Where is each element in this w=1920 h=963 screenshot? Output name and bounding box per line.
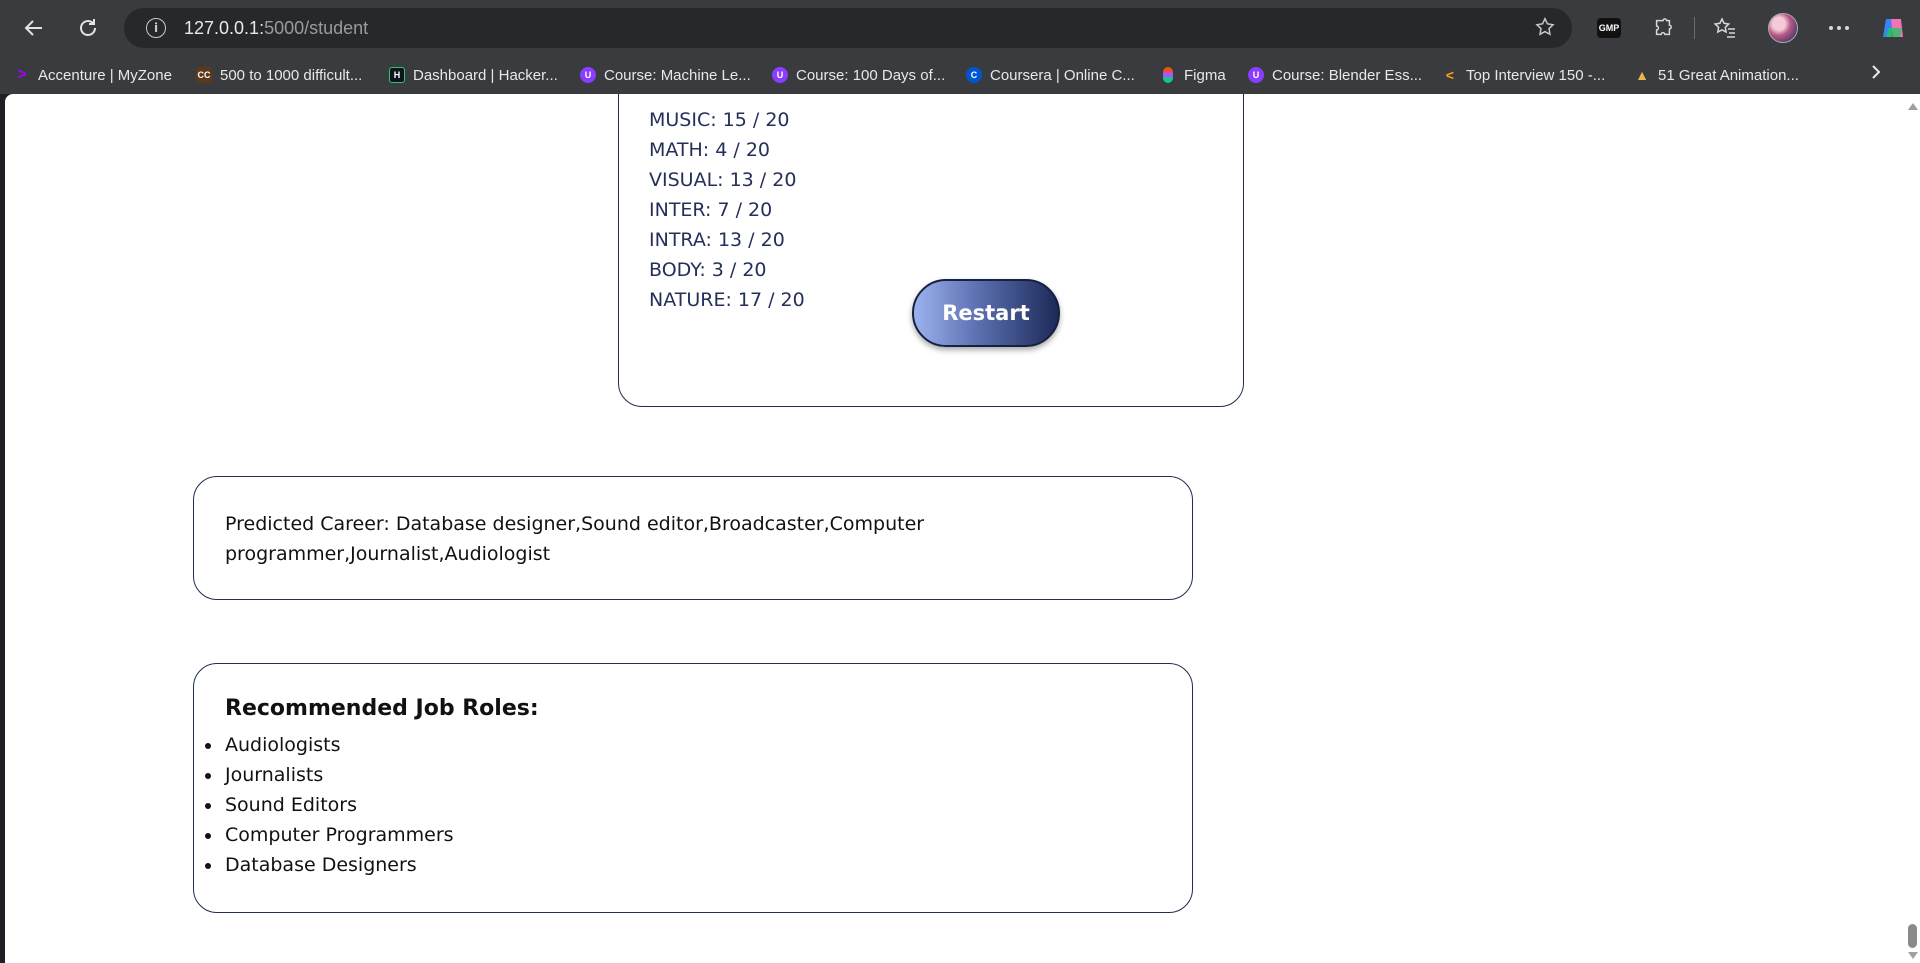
bookmark-course-blender[interactable]: U Course: Blender Ess... [1248, 64, 1422, 86]
list-item: Journalists [205, 760, 454, 790]
bookmark-course-ml[interactable]: U Course: Machine Le... [580, 64, 751, 86]
page-viewport: MUSIC: 15 / 20 MATH: 4 / 20 VISUAL: 13 /… [5, 94, 1920, 963]
address-bar[interactable]: i 127.0.0.1:5000/student [124, 8, 1572, 48]
bookmark-animation[interactable]: ▲ 51 Great Animation... [1634, 64, 1799, 86]
predicted-career-text: Predicted Career: Database designer,Soun… [225, 513, 925, 565]
cc-icon: CC [196, 67, 212, 83]
profile-avatar[interactable] [1768, 13, 1798, 43]
course-icon: U [1248, 67, 1264, 83]
course-icon: U [772, 67, 788, 83]
bookmark-figma[interactable]: Figma [1160, 64, 1226, 86]
browser-toolbar: i 127.0.0.1:5000/student GMP [0, 0, 1920, 56]
bookmark-hackerrank[interactable]: H Dashboard | Hacker... [389, 64, 558, 86]
score-list: MUSIC: 15 / 20 MATH: 4 / 20 VISUAL: 13 /… [649, 105, 805, 315]
score-item-intra: INTRA: 13 / 20 [649, 229, 785, 251]
bookmark-leetcode[interactable]: < Top Interview 150 -... [1442, 64, 1605, 86]
favorites-icon[interactable] [1709, 12, 1741, 44]
page-scrollbar[interactable] [1904, 94, 1920, 963]
bookmarks-overflow-chevron-icon[interactable] [1870, 64, 1882, 85]
recommended-roles-title: Recommended Job Roles: [225, 696, 539, 721]
gmp-extension-icon[interactable]: GMP [1593, 12, 1625, 44]
island-icon: ▲ [1635, 67, 1649, 83]
score-item-music: MUSIC: 15 / 20 [649, 109, 790, 131]
recommended-roles-card: Recommended Job Roles: Audiologists Jour… [193, 663, 1193, 913]
list-item: Sound Editors [205, 790, 454, 820]
bookmark-accenture[interactable]: > Accenture | MyZone [14, 64, 172, 86]
roles-list: Audiologists Journalists Sound Editors C… [205, 730, 454, 880]
bookmark-cc[interactable]: CC 500 to 1000 difficult... [196, 64, 362, 86]
scroll-down-arrow-icon[interactable] [1908, 952, 1918, 959]
figma-icon [1163, 67, 1173, 83]
site-info-icon[interactable]: i [146, 18, 166, 38]
reload-button[interactable] [70, 10, 106, 46]
restart-button[interactable]: Restart [912, 279, 1060, 347]
list-item: Audiologists [205, 730, 454, 760]
coursera-icon: C [966, 67, 982, 83]
favorite-star-icon[interactable] [1534, 16, 1556, 42]
extensions-puzzle-icon[interactable] [1647, 12, 1679, 44]
reload-icon [80, 19, 96, 36]
course-icon: U [580, 67, 596, 83]
bookmark-coursera[interactable]: C Coursera | Online C... [966, 64, 1135, 86]
copilot-icon[interactable] [1877, 12, 1909, 44]
score-item-nature: NATURE: 17 / 20 [649, 289, 805, 311]
scrollbar-thumb[interactable] [1908, 924, 1917, 948]
scores-card: MUSIC: 15 / 20 MATH: 4 / 20 VISUAL: 13 /… [618, 94, 1244, 407]
score-item-math: MATH: 4 / 20 [649, 139, 770, 161]
back-button[interactable] [16, 10, 52, 46]
leetcode-icon: < [1445, 67, 1455, 83]
bookmark-course-100days[interactable]: U Course: 100 Days of... [772, 64, 945, 86]
accenture-icon: > [17, 66, 27, 83]
address-url[interactable]: 127.0.0.1:5000/student [184, 18, 368, 39]
bookmarks-bar: > Accenture | MyZone CC 500 to 1000 diffic… [0, 56, 1920, 94]
list-item: Database Designers [205, 850, 454, 880]
hackerrank-icon: H [389, 67, 405, 83]
list-item: Computer Programmers [205, 820, 454, 850]
scroll-up-arrow-icon[interactable] [1908, 103, 1918, 110]
score-item-inter: INTER: 7 / 20 [649, 199, 773, 221]
score-item-body: BODY: 3 / 20 [649, 259, 767, 281]
score-item-visual: VISUAL: 13 / 20 [649, 169, 797, 191]
more-menu-icon[interactable] [1823, 12, 1855, 44]
toolbar-separator [1694, 17, 1695, 39]
predicted-career-card: Predicted Career: Database designer,Soun… [193, 476, 1193, 600]
back-arrow-icon [24, 20, 42, 36]
